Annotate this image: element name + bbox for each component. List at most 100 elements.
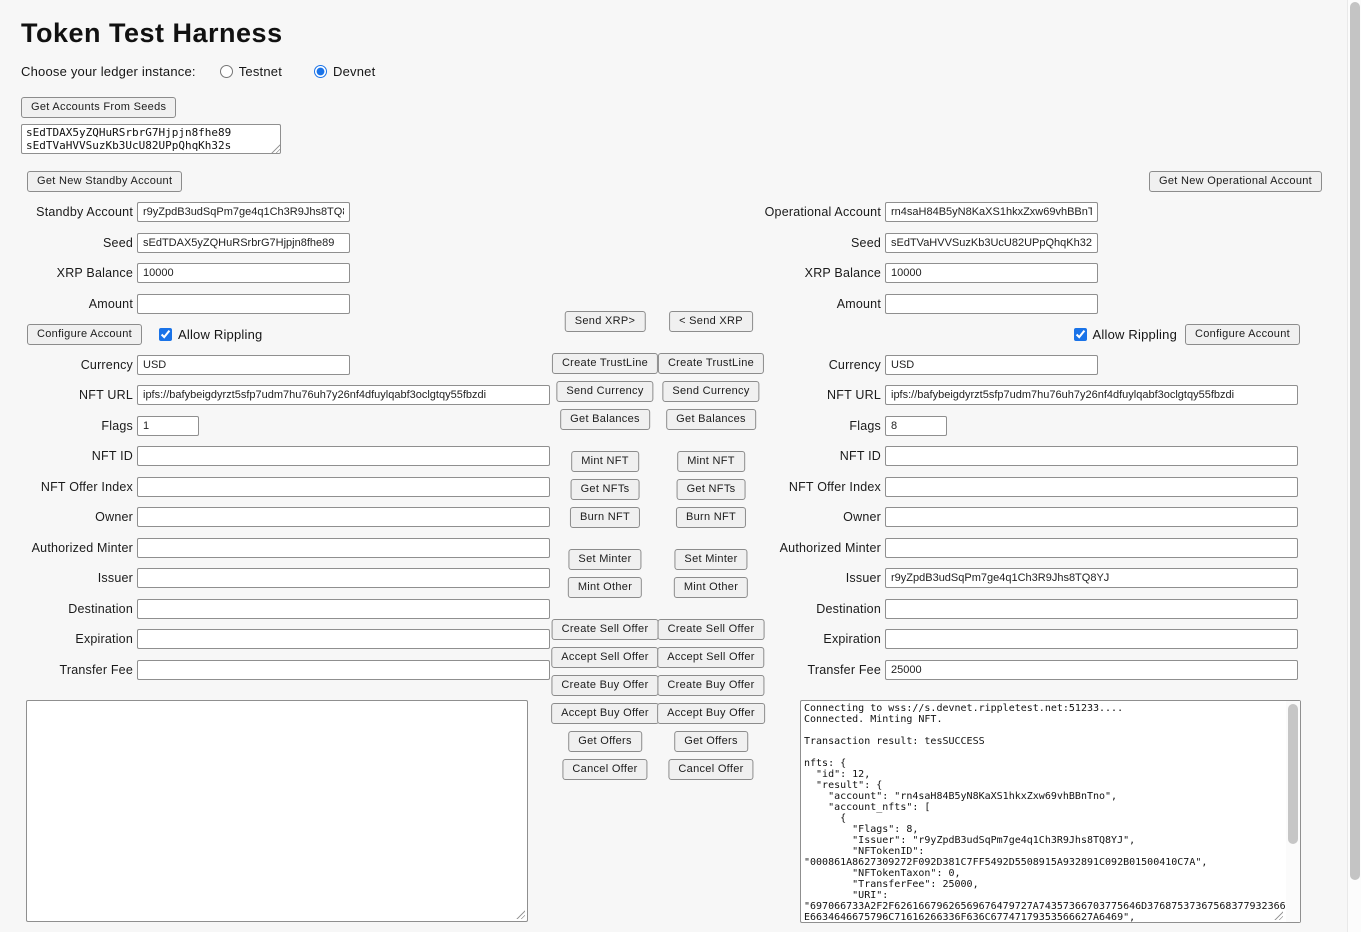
standby-xrp-balance-input[interactable] — [137, 263, 350, 283]
standby-nft-offer-index-label: NFT Offer Index — [0, 480, 137, 494]
operational-mint-other-button[interactable]: Mint Other — [674, 577, 748, 598]
operational-currency-input[interactable] — [885, 355, 1098, 375]
standby-destination-label: Destination — [0, 602, 137, 616]
operational-nft-id-label: NFT ID — [760, 449, 885, 463]
operational-transfer-fee-label: Transfer Fee — [760, 663, 885, 677]
operational-get-offers-button[interactable]: Get Offers — [674, 731, 748, 752]
operational-xrp-balance-input[interactable] — [885, 263, 1098, 283]
standby-get-offers-button[interactable]: Get Offers — [568, 731, 642, 752]
operational-expiration-input[interactable] — [885, 629, 1298, 649]
standby-nft-url-input[interactable] — [137, 385, 550, 405]
operational-flags-input[interactable] — [885, 416, 947, 436]
standby-expiration-label: Expiration — [0, 632, 137, 646]
standby-xrp-balance-label: XRP Balance — [0, 266, 137, 280]
operational-destination-input[interactable] — [885, 599, 1298, 619]
operational-expiration-label: Expiration — [760, 632, 885, 646]
standby-send-currency-button[interactable]: Send Currency — [556, 381, 653, 402]
standby-create-buy-offer-button[interactable]: Create Buy Offer — [551, 675, 658, 696]
ledger-instance-chooser: Choose your ledger instance: Testnet Dev… — [21, 64, 407, 79]
operational-nft-offer-index-input[interactable] — [885, 477, 1298, 497]
standby-flags-input[interactable] — [137, 416, 199, 436]
standby-column: Standby Account Seed XRP Balance Amount … — [0, 202, 557, 690]
operational-create-buy-offer-button[interactable]: Create Buy Offer — [657, 675, 764, 696]
operational-accept-sell-offer-button[interactable]: Accept Sell Offer — [657, 647, 764, 668]
operational-authorized-minter-label: Authorized Minter — [760, 541, 885, 555]
operational-allow-rippling-label: Allow Rippling — [1093, 327, 1177, 342]
standby-owner-input[interactable] — [137, 507, 550, 527]
get-new-standby-account-button[interactable]: Get New Standby Account — [27, 171, 182, 192]
standby-currency-label: Currency — [0, 358, 137, 372]
standby-amount-input[interactable] — [137, 294, 350, 314]
page-scrollbar[interactable] — [1347, 0, 1361, 932]
operational-nft-url-input[interactable] — [885, 385, 1298, 405]
operational-set-minter-button[interactable]: Set Minter — [674, 549, 747, 570]
page-scrollbar-thumb[interactable] — [1350, 2, 1360, 880]
standby-account-input[interactable] — [137, 202, 350, 222]
operational-owner-input[interactable] — [885, 507, 1298, 527]
standby-authorized-minter-label: Authorized Minter — [0, 541, 137, 555]
standby-mint-nft-button[interactable]: Mint NFT — [571, 451, 639, 472]
operational-send-currency-button[interactable]: Send Currency — [662, 381, 759, 402]
operational-seed-input[interactable] — [885, 233, 1098, 253]
operational-authorized-minter-input[interactable] — [885, 538, 1298, 558]
operational-nft-offer-index-label: NFT Offer Index — [760, 480, 885, 494]
standby-allow-rippling-checkbox[interactable] — [159, 328, 172, 341]
standby-issuer-input[interactable] — [137, 568, 550, 588]
standby-burn-nft-button[interactable]: Burn NFT — [570, 507, 640, 528]
testnet-radio[interactable] — [220, 65, 233, 78]
operational-get-nfts-button[interactable]: Get NFTs — [677, 479, 746, 500]
operational-create-sell-offer-button[interactable]: Create Sell Offer — [658, 619, 765, 640]
operational-burn-nft-button[interactable]: Burn NFT — [676, 507, 746, 528]
standby-flags-label: Flags — [0, 419, 137, 433]
operational-accept-buy-offer-button[interactable]: Accept Buy Offer — [657, 703, 765, 724]
standby-transfer-fee-label: Transfer Fee — [0, 663, 137, 677]
operational-transfer-fee-input[interactable] — [885, 660, 1298, 680]
standby-get-nfts-button[interactable]: Get NFTs — [571, 479, 640, 500]
standby-mint-other-button[interactable]: Mint Other — [568, 577, 642, 598]
standby-cancel-offer-button[interactable]: Cancel Offer — [562, 759, 647, 780]
standby-expiration-input[interactable] — [137, 629, 550, 649]
operational-create-trustline-button[interactable]: Create TrustLine — [658, 353, 764, 374]
standby-set-minter-button[interactable]: Set Minter — [568, 549, 641, 570]
operational-configure-account-button[interactable]: Configure Account — [1185, 324, 1300, 345]
standby-transfer-fee-input[interactable] — [137, 660, 550, 680]
standby-nft-id-input[interactable] — [137, 446, 550, 466]
standby-nft-offer-index-input[interactable] — [137, 477, 550, 497]
seeds-textarea[interactable] — [21, 124, 281, 154]
operational-get-balances-button[interactable]: Get Balances — [666, 409, 756, 430]
standby-seed-label: Seed — [0, 236, 137, 250]
standby-destination-input[interactable] — [137, 599, 550, 619]
results-scrollbar-thumb[interactable] — [1288, 704, 1298, 844]
operational-flags-label: Flags — [760, 419, 885, 433]
operational-cancel-offer-button[interactable]: Cancel Offer — [668, 759, 753, 780]
operational-nft-id-input[interactable] — [885, 446, 1298, 466]
standby-authorized-minter-input[interactable] — [137, 538, 550, 558]
standby-send-xrp-button[interactable]: Send XRP> — [565, 311, 646, 332]
devnet-radio[interactable] — [314, 65, 327, 78]
operational-xrp-balance-label: XRP Balance — [760, 266, 885, 280]
standby-configure-account-button[interactable]: Configure Account — [27, 324, 142, 345]
ledger-instance-prompt: Choose your ledger instance: — [21, 64, 196, 79]
standby-accept-sell-offer-button[interactable]: Accept Sell Offer — [551, 647, 658, 668]
get-new-operational-account-button[interactable]: Get New Operational Account — [1149, 171, 1322, 192]
standby-issuer-label: Issuer — [0, 571, 137, 585]
standby-currency-input[interactable] — [137, 355, 350, 375]
standby-create-trustline-button[interactable]: Create TrustLine — [552, 353, 658, 374]
standby-results-textarea[interactable] — [26, 700, 528, 922]
standby-accept-buy-offer-button[interactable]: Accept Buy Offer — [551, 703, 659, 724]
operational-send-xrp-button[interactable]: < Send XRP — [669, 311, 753, 332]
get-accounts-from-seeds-button[interactable]: Get Accounts From Seeds — [21, 97, 176, 118]
standby-create-sell-offer-button[interactable]: Create Sell Offer — [552, 619, 659, 640]
operational-allow-rippling-checkbox[interactable] — [1074, 328, 1087, 341]
operational-issuer-input[interactable] — [885, 568, 1298, 588]
standby-get-balances-button[interactable]: Get Balances — [560, 409, 650, 430]
operational-mint-nft-button[interactable]: Mint NFT — [677, 451, 745, 472]
standby-owner-label: Owner — [0, 510, 137, 524]
operational-amount-input[interactable] — [885, 294, 1098, 314]
operational-results-textarea[interactable] — [800, 700, 1301, 923]
operational-account-input[interactable] — [885, 202, 1098, 222]
page-title: Token Test Harness — [21, 18, 283, 49]
operational-owner-label: Owner — [760, 510, 885, 524]
standby-seed-input[interactable] — [137, 233, 350, 253]
testnet-radio-label: Testnet — [239, 64, 282, 79]
